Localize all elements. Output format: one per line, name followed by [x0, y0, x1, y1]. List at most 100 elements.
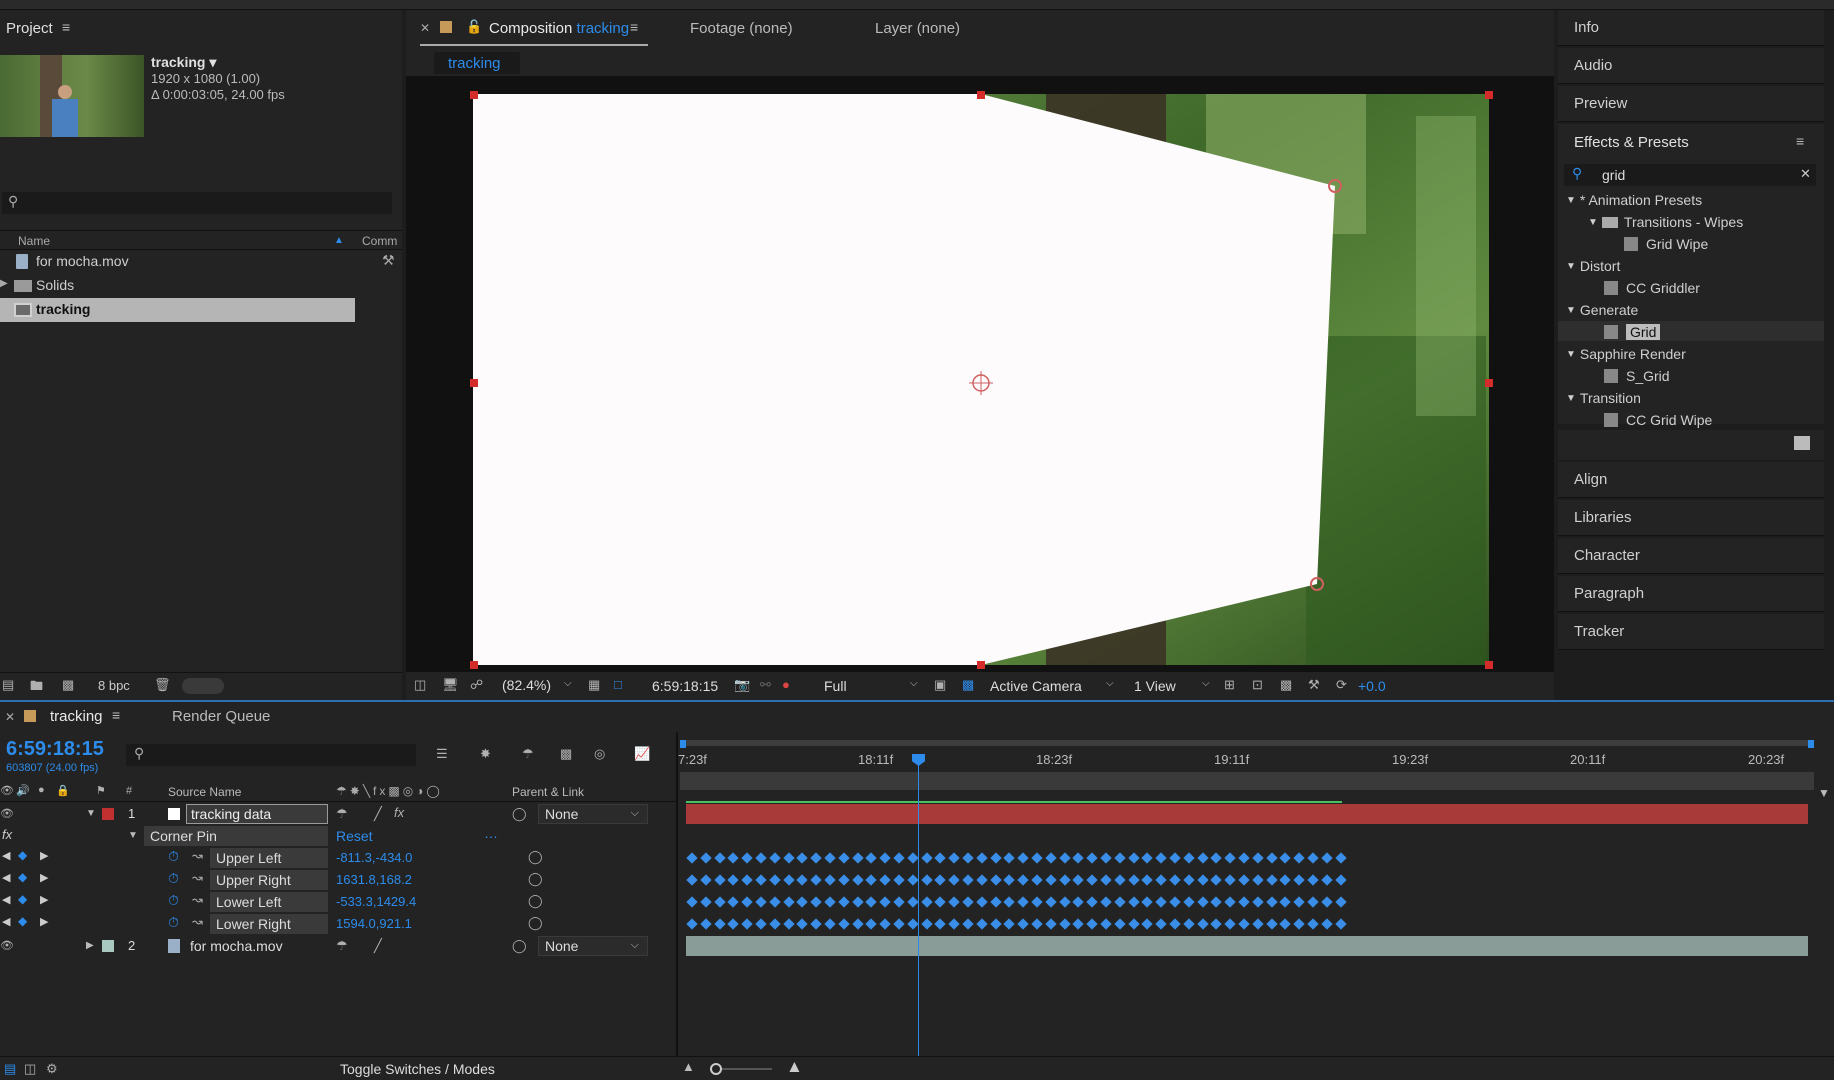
keyframe-diamond[interactable]	[1003, 874, 1016, 886]
keyframe-diamond[interactable]	[865, 852, 878, 864]
keyframe-diamond[interactable]	[700, 852, 712, 864]
keyframe-diamond[interactable]	[1072, 874, 1085, 886]
keyframe-diamond[interactable]	[1321, 852, 1333, 864]
next-keyframe-icon[interactable]: ▶	[40, 849, 48, 862]
effect-row[interactable]: fx ▼ Corner Pin Reset …	[0, 825, 678, 847]
parent-dropdown[interactable]: None ⌵	[538, 804, 648, 824]
resolution-dropdown[interactable]: Full	[824, 678, 847, 694]
keyframe-diamond[interactable]	[920, 918, 933, 930]
keyframe-diamond[interactable]	[962, 896, 974, 908]
tree-group[interactable]: ▼ Generate	[1566, 300, 1638, 320]
keyframe-diamond[interactable]	[1045, 874, 1057, 886]
keyframe-diamond[interactable]	[1127, 874, 1140, 886]
keyframe-diamond[interactable]	[1017, 918, 1029, 930]
keyframe-diamond[interactable]	[824, 874, 836, 886]
keyframe-diamond[interactable]	[1265, 852, 1278, 864]
flowchart-icon[interactable]: ⚒	[1308, 677, 1320, 693]
shy-switch-icon[interactable]: ☂	[336, 938, 348, 954]
keyframe-diamond[interactable]	[1127, 918, 1140, 930]
region-of-interest-icon[interactable]: ▣	[934, 677, 946, 693]
layer-name-field[interactable]: tracking data	[186, 804, 328, 824]
keyframe-diamond[interactable]	[755, 874, 767, 886]
next-keyframe-icon[interactable]: ▶	[40, 871, 48, 884]
tree-group[interactable]: ▼ * Animation Presets	[1566, 190, 1702, 210]
chevron-down-icon[interactable]: ⌵	[564, 678, 572, 689]
in-out-panes-icon[interactable]: ⚙	[46, 1061, 58, 1077]
keyframe-diamond[interactable]	[1003, 896, 1016, 908]
keyframe-diamond[interactable]	[769, 874, 781, 886]
timeline-icon[interactable]: ▩	[1280, 677, 1292, 693]
keyframe-diamond[interactable]	[1045, 896, 1057, 908]
tree-effect[interactable]: S_Grid	[1604, 366, 1670, 386]
effects-presets-title[interactable]: Effects & Presets	[1574, 134, 1689, 151]
shy-layers-icon[interactable]: ☂	[522, 746, 534, 762]
keyframe-diamond[interactable]	[755, 896, 767, 908]
keyframe-diamond[interactable]	[1196, 852, 1209, 864]
prev-keyframe-icon[interactable]: ◀	[2, 871, 10, 884]
keyframe-diamond[interactable]	[810, 852, 822, 864]
keyframe-diamond[interactable]	[976, 918, 988, 930]
keyframe-diamond[interactable]	[1072, 918, 1085, 930]
graph-editor-icon[interactable]: 📈	[634, 746, 650, 762]
keyframe-diamond[interactable]	[948, 852, 960, 864]
prev-keyframe-icon[interactable]: ◀	[2, 915, 10, 928]
comp-breadcrumb[interactable]: tracking	[434, 52, 520, 74]
keyframe-diamond[interactable]	[1100, 874, 1112, 886]
keyframe-diamond[interactable]	[824, 918, 836, 930]
keyframe-diamond[interactable]	[893, 896, 905, 908]
keyframe-diamond[interactable]	[851, 918, 864, 930]
keyframe-diamond[interactable]	[1210, 852, 1223, 864]
keyframe-diamond[interactable]	[1058, 852, 1071, 864]
stopwatch-icon[interactable]: ⏱	[168, 914, 179, 931]
keyframe-diamond[interactable]	[782, 896, 795, 908]
comp-name[interactable]: tracking ▾	[151, 54, 216, 71]
keyframe-diamond[interactable]	[1086, 874, 1098, 886]
playhead-line[interactable]	[918, 760, 919, 1056]
current-time-display[interactable]: 6:59:18:15	[652, 678, 718, 694]
keyframe-diamond[interactable]	[741, 896, 753, 908]
camera-icon[interactable]: 📷	[734, 677, 750, 693]
mask-visibility-icon[interactable]: ☍	[470, 677, 483, 693]
keyframe-diamond[interactable]	[1196, 918, 1209, 930]
keyframe-diamond[interactable]	[851, 896, 864, 908]
keyframe-toggle-icon[interactable]: ◆	[18, 870, 27, 884]
keyframe-diamond[interactable]	[796, 852, 809, 864]
keyframe-diamond[interactable]	[1058, 874, 1071, 886]
keyframe-diamond[interactable]	[838, 874, 850, 886]
tree-preset[interactable]: Grid Wipe	[1624, 234, 1708, 254]
keyframe-diamond[interactable]	[1265, 896, 1278, 908]
keyframe-diamond[interactable]	[1127, 852, 1140, 864]
quality-switch-icon[interactable]: ╱	[374, 806, 382, 822]
stopwatch-icon[interactable]: ⏱	[168, 870, 179, 887]
grid-guides-icon[interactable]: ▦	[588, 677, 600, 693]
keyframe-diamond[interactable]	[1252, 918, 1264, 930]
keyframe-diamond[interactable]	[838, 918, 850, 930]
keyframe-diamond[interactable]	[1058, 896, 1071, 908]
keyframe-diamond[interactable]	[796, 918, 809, 930]
lock-icon[interactable]: 🔓	[466, 19, 482, 35]
keyframe-diamond[interactable]	[810, 918, 822, 930]
keyframe-diamond[interactable]	[1224, 874, 1236, 886]
trash-icon[interactable]: 🗑	[154, 677, 171, 693]
comp-marker-bin-icon[interactable]: ▼	[1818, 786, 1830, 800]
prev-keyframe-icon[interactable]: ◀	[2, 849, 10, 862]
expression-pickwhip-icon[interactable]: ◯	[528, 893, 543, 909]
keyframe-diamond[interactable]	[879, 896, 891, 908]
keyframe-diamond[interactable]	[934, 918, 947, 930]
pickwhip-icon[interactable]: ◯	[512, 806, 527, 822]
keyframe-diamond[interactable]	[700, 896, 712, 908]
keyframe-diamond[interactable]	[1017, 852, 1029, 864]
eye-icon[interactable]: 👁	[0, 784, 14, 797]
keyframe-diamond[interactable]	[865, 874, 878, 886]
keyframe-diamond[interactable]	[1210, 896, 1223, 908]
keyframe-diamond[interactable]	[741, 852, 753, 864]
keyframe-diamond[interactable]	[810, 874, 822, 886]
panel-character[interactable]: Character	[1558, 538, 1824, 574]
panel-menu-icon[interactable]: ≡	[62, 19, 70, 35]
stopwatch-icon[interactable]: ⏱	[168, 892, 179, 909]
effect-options-link[interactable]: …	[484, 825, 498, 841]
timeline-search-input[interactable]: ⚲	[126, 744, 416, 766]
keyframe-diamond[interactable]	[1183, 896, 1195, 908]
property-value[interactable]: -533.3,1429.4	[336, 894, 416, 909]
keyframe-diamond[interactable]	[1293, 896, 1305, 908]
